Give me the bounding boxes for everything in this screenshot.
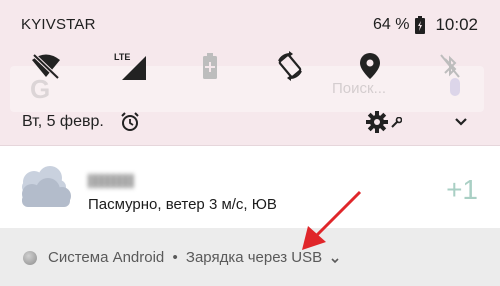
chevron-down-icon[interactable] — [330, 253, 340, 264]
city-name-blurred — [88, 174, 134, 188]
weather-notification[interactable]: Пасмурно, ветер 3 м/с, ЮВ +1 — [0, 152, 500, 228]
cloud-icon — [14, 166, 74, 210]
status-indicators: 64 % 10:02 — [373, 15, 478, 35]
expand-chevron-icon[interactable] — [452, 113, 470, 131]
notification-separator: • — [172, 249, 178, 266]
battery-saver-tile[interactable] — [190, 46, 230, 86]
carrier-name: KYIVSTAR — [21, 16, 96, 33]
battery-charging-icon — [415, 16, 426, 34]
temperature: +1 — [446, 174, 478, 205]
location-tile[interactable] — [350, 46, 390, 86]
quick-settings-tiles: LTE — [0, 46, 500, 90]
auto-rotate-icon — [278, 51, 302, 81]
wrench-icon — [390, 116, 403, 128]
quick-settings-panel: KYIVSTAR 64 % 10:02 G Поиск... LTE Вт, 5… — [0, 0, 500, 146]
date-row: Вт, 5 февр. — [0, 110, 500, 136]
bluetooth-off-icon — [440, 54, 460, 78]
location-icon — [360, 53, 380, 79]
bluetooth-tile[interactable] — [430, 46, 470, 86]
status-bar: KYIVSTAR 64 % 10:02 — [0, 0, 500, 44]
annotation-arrow — [302, 190, 362, 250]
android-system-icon — [23, 251, 37, 265]
svg-text:LTE: LTE — [114, 52, 130, 62]
mobile-signal-lte-icon: LTE — [114, 52, 146, 80]
date-label[interactable]: Вт, 5 февр. — [22, 113, 104, 131]
notification-app-name: Система Android — [48, 249, 165, 266]
mobile-data-tile[interactable]: LTE — [110, 46, 150, 86]
battery-percent: 64 % — [372, 16, 410, 33]
weather-description: Пасмурно, ветер 3 м/с, ЮВ — [88, 196, 277, 213]
wifi-tile[interactable] — [26, 46, 66, 86]
settings-gear-icon[interactable] — [366, 111, 388, 133]
battery-saver-icon — [203, 53, 217, 79]
clock: 10:02 — [435, 15, 478, 34]
auto-rotate-tile[interactable] — [270, 46, 310, 86]
android-system-notification[interactable]: Система Android • Зарядка через USB — [0, 228, 500, 286]
wifi-off-icon — [32, 53, 60, 79]
alarm-clock-icon[interactable] — [120, 112, 140, 132]
